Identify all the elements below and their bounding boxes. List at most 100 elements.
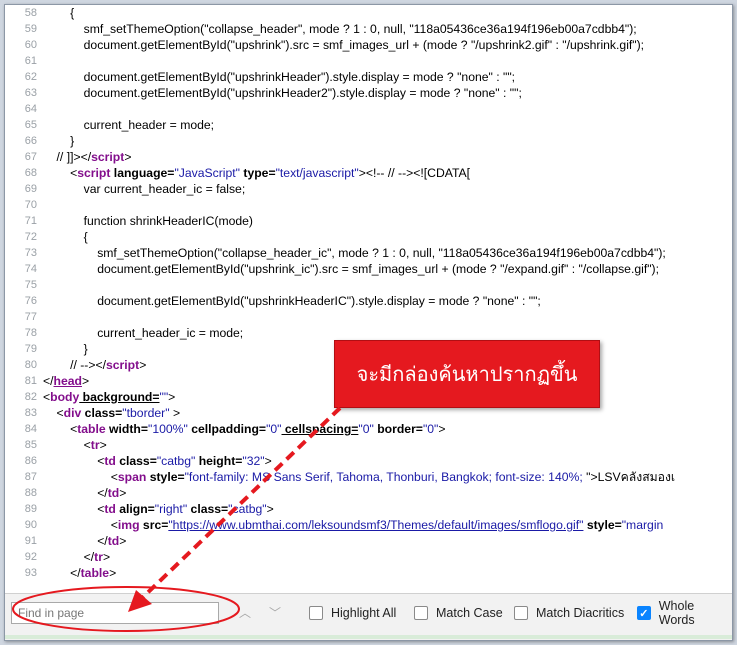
code-token: tr xyxy=(94,550,103,564)
whole-words-checkbox[interactable]: ✓ Whole Words xyxy=(637,599,732,627)
code-token: "tborder" xyxy=(122,406,170,420)
line-number: 75 xyxy=(24,279,37,291)
line-number: 59 xyxy=(24,23,37,35)
code-token: td xyxy=(107,534,120,548)
code-token: width= xyxy=(106,582,148,583)
code-token: </ xyxy=(83,550,95,564)
code-text: <tr> xyxy=(43,437,107,453)
line-number: 73 xyxy=(24,247,37,259)
code-text: // --></script> xyxy=(43,357,146,373)
line-number: 78 xyxy=(24,327,37,339)
code-token: "https://www.ubmthai.com/leksoundsmf3/Th… xyxy=(168,518,584,532)
code-token: < xyxy=(56,406,64,420)
code-token: > xyxy=(102,550,111,564)
line-number: 92 xyxy=(24,551,37,563)
find-in-page-input[interactable] xyxy=(11,602,219,624)
code-token: body xyxy=(50,390,80,404)
code-token: tr xyxy=(90,438,100,452)
code-text: current_header_ic = mode; xyxy=(43,325,243,341)
code-text: document.getElementById("upshrinkHeader2… xyxy=(43,85,522,101)
code-token: document.getElementById("upshrinkHeader"… xyxy=(83,70,516,84)
chevron-down-icon[interactable]: ﹀ xyxy=(265,602,285,624)
code-token: > xyxy=(438,422,446,436)
code-text: // ]]></script> xyxy=(43,149,132,165)
code-token: type= xyxy=(240,166,276,180)
line-number: 85 xyxy=(24,439,37,451)
find-bar: ︿ ﹀ Highlight All Match Case Match Diacr… xyxy=(5,593,732,640)
line-number: 61 xyxy=(24,55,37,67)
code-text: } xyxy=(43,341,88,357)
code-text: </td> xyxy=(43,485,126,501)
code-token: language= xyxy=(110,166,175,180)
code-token: script xyxy=(77,166,111,180)
match-diacritics-label: Match Diacritics xyxy=(536,606,625,620)
code-token: "0" xyxy=(266,422,282,436)
match-case-checkbox[interactable]: Match Case xyxy=(414,602,503,624)
code-token: </ xyxy=(70,566,81,580)
code-token: span xyxy=(117,470,147,484)
code-token: > xyxy=(264,454,272,468)
code-token: "text/javascript" xyxy=(275,166,359,180)
highlight-all-label: Highlight All xyxy=(331,606,397,620)
line-number: 66 xyxy=(24,135,37,147)
code-token: ><!-- // --><![CDATA[ xyxy=(358,166,471,180)
code-token: smf_setThemeOption("collapse_header_ic",… xyxy=(97,246,666,260)
line-number: 64 xyxy=(24,103,37,115)
line-number: 70 xyxy=(24,199,37,211)
code-token: > xyxy=(119,486,127,500)
code-text: </ table > xyxy=(43,565,116,581)
code-token: < xyxy=(110,518,118,532)
match-case-label: Match Case xyxy=(436,606,503,620)
line-number: 91 xyxy=(24,535,37,547)
checkbox-box xyxy=(414,606,428,620)
code-token: div xyxy=(63,406,82,420)
code-token: "JavaScript" xyxy=(174,166,240,180)
chevron-up-icon[interactable]: ︿ xyxy=(235,602,255,624)
annotation-callout: จะมีกล่องค้นหาปรากฏขึ้น xyxy=(334,340,600,408)
highlight-all-checkbox[interactable]: Highlight All xyxy=(309,602,396,624)
code-token: < xyxy=(83,438,91,452)
line-number: 63 xyxy=(24,87,37,99)
code-token: cellspacing= xyxy=(281,422,359,436)
line-number: 93 xyxy=(24,567,37,579)
code-token: table xyxy=(80,566,110,580)
code-token: "margin xyxy=(621,518,664,532)
line-number: 71 xyxy=(24,215,37,227)
code-text: </tr> xyxy=(43,549,110,565)
code-text: <span style="font-family: MS Sans Serif,… xyxy=(43,469,675,485)
code-token: "" xyxy=(159,390,169,404)
code-text: smf_setThemeOption("collapse_header", mo… xyxy=(43,21,637,37)
code-text: function shrinkHeaderIC(mode) xyxy=(43,213,253,229)
line-number: 68 xyxy=(24,167,37,179)
code-token: "100%" xyxy=(148,422,188,436)
source-code-area[interactable]: 58 {59 smf_setThemeOption("collapse_head… xyxy=(5,5,732,583)
line-number: 72 xyxy=(24,231,37,243)
annotation-text: จะมีกล่องค้นหาปรากฏขึ้น xyxy=(356,362,578,386)
line-number: 94 xyxy=(5,581,37,583)
code-token: document.getElementById("upshrink").src … xyxy=(83,38,645,52)
code-token: cellspacing= xyxy=(282,582,359,583)
code-token: > xyxy=(266,502,274,516)
line-number: 86 xyxy=(24,455,37,467)
code-token: "0" xyxy=(358,422,374,436)
line-number: 84 xyxy=(24,423,37,435)
line-number: 74 xyxy=(24,263,37,275)
match-diacritics-checkbox[interactable]: Match Diacritics xyxy=(514,602,624,624)
